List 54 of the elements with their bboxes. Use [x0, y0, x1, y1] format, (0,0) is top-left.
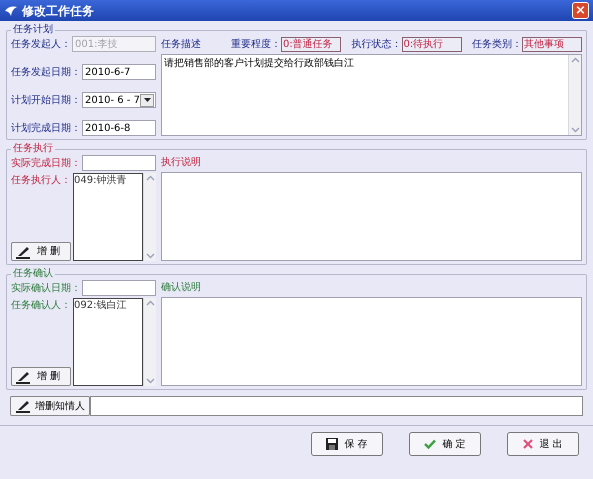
section-legend: 任务计划 — [11, 24, 55, 36]
scrollbar[interactable] — [143, 298, 156, 386]
list-item[interactable]: 049:钟洪青 — [74, 174, 142, 187]
date-picker[interactable]: 2010- 6 - 7 — [82, 92, 156, 108]
pen-icon — [15, 244, 31, 258]
notify-field[interactable] — [90, 396, 583, 416]
field-label: 任务类别： — [472, 38, 522, 52]
edit-button[interactable]: 增 删 — [11, 242, 71, 261]
field-label: 实际完成日期： — [11, 156, 82, 170]
field-label: 执行状态： — [352, 38, 402, 52]
people-list[interactable]: 049:钟洪青 — [73, 173, 143, 261]
value-field: 其他事项 — [522, 36, 582, 52]
scrollbar[interactable] — [568, 55, 581, 135]
description-field[interactable]: 请把销售部的客户计划提交给行政部钱白江 — [161, 54, 582, 136]
app-icon — [4, 4, 18, 16]
caret-icon — [144, 98, 150, 102]
value-field: 0:待执行 — [402, 36, 462, 52]
dropdown-button[interactable] — [140, 94, 154, 106]
pen-icon — [15, 399, 31, 413]
notify-button[interactable]: 增删知情人 — [10, 396, 90, 416]
close-button[interactable]: × — [572, 2, 589, 19]
description-label: 任务描述 — [161, 38, 202, 52]
pen-icon — [15, 370, 31, 384]
field-label: 任务发起人： — [11, 38, 72, 52]
save-button[interactable]: 保 存 — [311, 432, 383, 456]
notes-label: 执行说明 — [161, 156, 202, 170]
exit-button[interactable]: 退 出 — [507, 432, 579, 456]
people-list[interactable]: 092:钱白江 — [73, 298, 143, 386]
window-title: 修改工作任务 — [22, 2, 95, 20]
field-label: 计划开始日期： — [11, 94, 82, 108]
text-field[interactable]: 2010-6-8 — [82, 120, 156, 136]
notes-field[interactable] — [161, 172, 582, 261]
notes-label: 确认说明 — [161, 281, 202, 295]
date-field[interactable] — [82, 280, 156, 296]
date-field[interactable] — [82, 155, 156, 171]
value-field: 0:普通任务 — [281, 36, 341, 52]
notes-field[interactable] — [161, 297, 582, 386]
date-value: 2010- 6 - 7 — [84, 94, 140, 108]
description-text: 请把销售部的客户计划提交给行政部钱白江 — [163, 56, 355, 71]
section-legend: 任务确认 — [11, 268, 55, 280]
scrollbar[interactable] — [143, 173, 156, 261]
field-label: 任务发起日期： — [11, 66, 82, 80]
text-field[interactable]: 2010-6-7 — [82, 64, 156, 80]
field-label: 计划完成日期： — [11, 122, 82, 136]
edit-button[interactable]: 增 删 — [11, 367, 71, 386]
field-label: 任务执行人： — [11, 174, 72, 188]
field-label: 重要程度： — [231, 38, 281, 52]
list-item[interactable]: 092:钱白江 — [74, 299, 142, 312]
section-legend: 任务执行 — [11, 143, 55, 155]
ok-button[interactable]: 确 定 — [409, 432, 481, 456]
check-icon — [424, 439, 436, 449]
cross-icon — [523, 439, 534, 449]
field-label: 实际确认日期： — [11, 282, 82, 296]
field-label: 任务确认人： — [11, 299, 72, 313]
